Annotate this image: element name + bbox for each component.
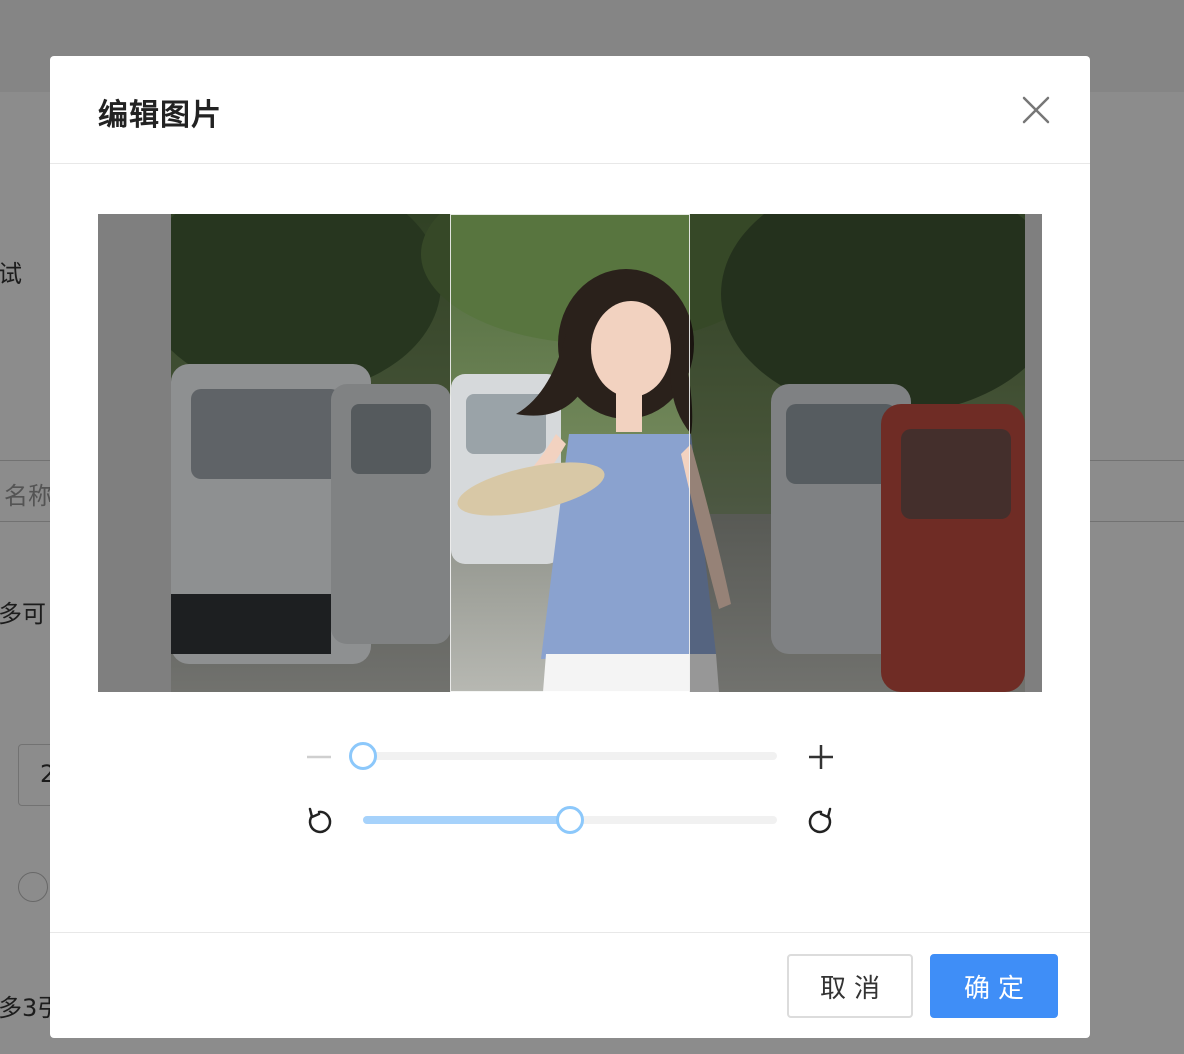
crop-mask-right (689, 214, 1025, 692)
close-button[interactable] (1016, 90, 1056, 130)
rotate-right-button[interactable] (806, 806, 836, 836)
zoom-slider-thumb[interactable] (349, 742, 377, 770)
rotate-right-icon (808, 807, 832, 834)
crop-mask-left (171, 214, 451, 692)
rotate-slider-fill (363, 816, 570, 824)
rotate-slider[interactable] (363, 806, 777, 834)
dialog-footer: 取消 确定 (50, 932, 1090, 1038)
rotate-slider-thumb[interactable] (556, 806, 584, 834)
minus-icon (307, 755, 331, 759)
plus-icon (809, 745, 833, 769)
confirm-button[interactable]: 确定 (930, 954, 1058, 1018)
cancel-button[interactable]: 取消 (787, 954, 913, 1018)
zoom-slider[interactable] (349, 742, 777, 770)
close-icon (1022, 96, 1050, 124)
dialog-header: 编辑图片 (50, 56, 1090, 164)
edit-image-dialog: 编辑图片 取消 确定 (50, 56, 1090, 1038)
rotate-left-icon (308, 807, 332, 834)
image-crop-area[interactable] (98, 214, 1042, 692)
crop-selection-box[interactable] (450, 214, 690, 692)
rotate-left-button[interactable] (304, 806, 334, 836)
zoom-out-button[interactable] (304, 742, 334, 772)
zoom-in-button[interactable] (806, 742, 836, 772)
dialog-title: 编辑图片 (98, 98, 222, 133)
